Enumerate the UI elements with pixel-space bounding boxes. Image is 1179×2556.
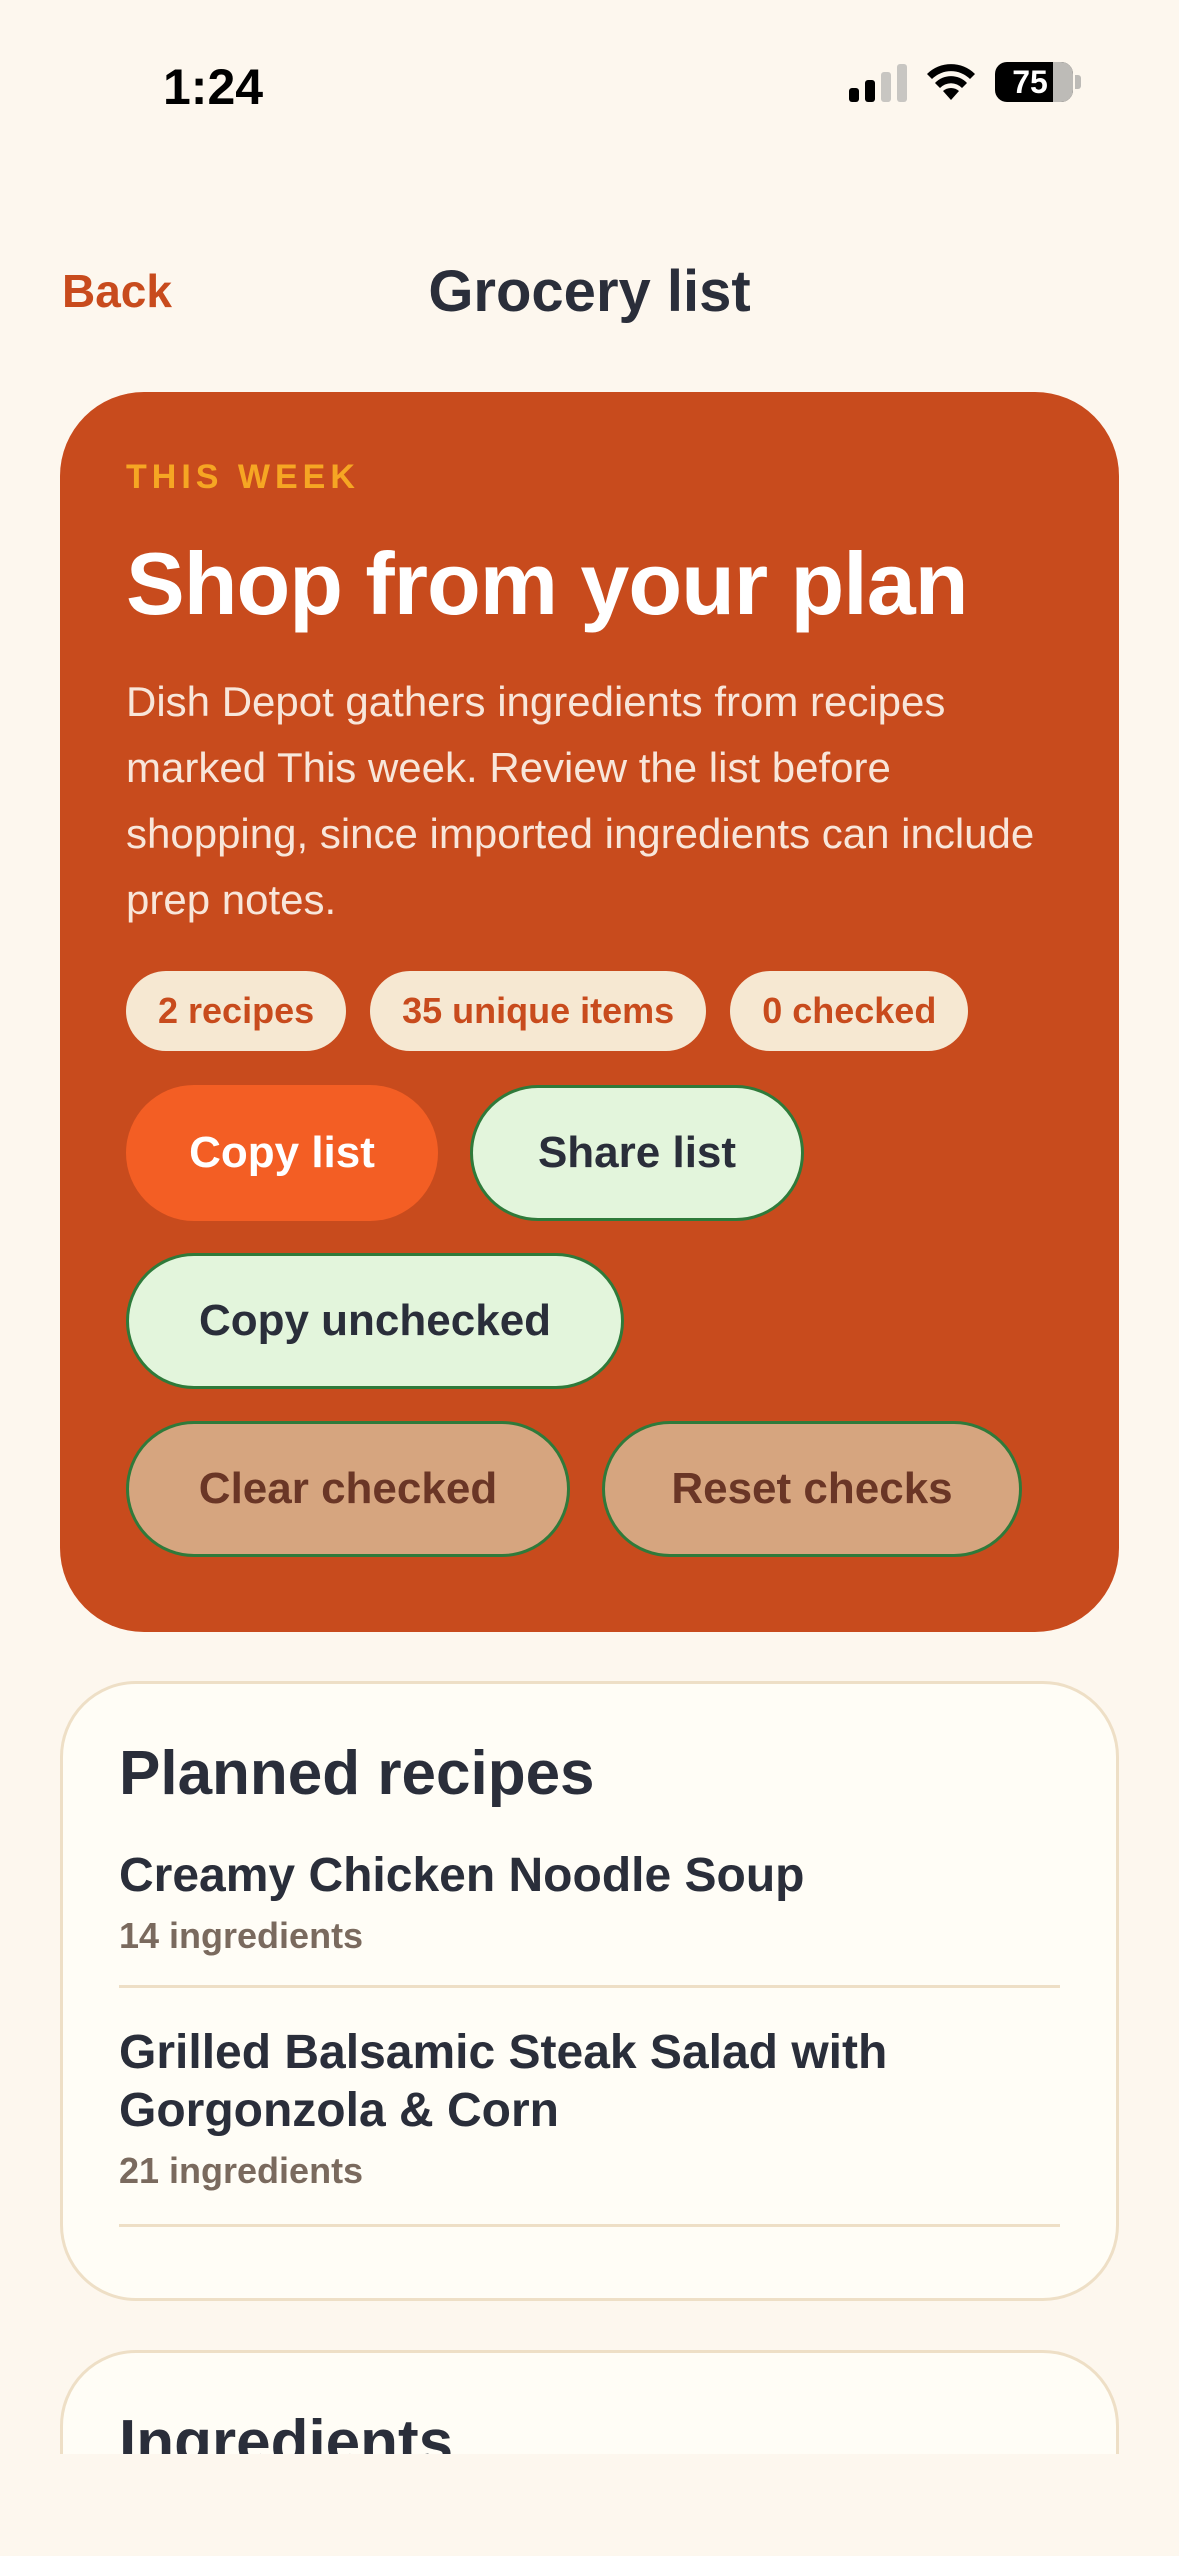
recipe-ingredient-count: 14 ingredients — [119, 1915, 364, 1956]
status-icons: 75 — [849, 62, 1081, 102]
share-list-button[interactable]: Share list — [470, 1085, 804, 1221]
summary-chips: 2 recipes 35 unique items 0 checked — [126, 971, 1053, 1051]
checked-count-chip: 0 checked — [730, 971, 969, 1051]
battery-percent: 75 — [1012, 63, 1048, 100]
action-row-1: Copy list Share list — [126, 1085, 1053, 1221]
recipe-item[interactable]: Creamy Chicken Noodle Soup 14 ingredient… — [119, 1847, 1060, 1988]
wifi-icon — [927, 64, 975, 100]
recipes-count-chip: 2 recipes — [126, 971, 347, 1051]
status-time: 1:24 — [163, 59, 264, 115]
reset-checks-button[interactable]: Reset checks — [602, 1421, 1022, 1557]
copy-unchecked-button[interactable]: Copy unchecked — [126, 1253, 624, 1389]
action-row-2: Copy unchecked — [126, 1253, 1053, 1389]
shop-plan-card: THIS WEEK Shop from your plan Dish Depot… — [60, 392, 1119, 1632]
hero-description: Dish Depot gathers ingredients from reci… — [126, 678, 1035, 923]
signal-icon — [849, 62, 907, 102]
navigation-bar: Back Grocery list — [0, 250, 1179, 330]
battery-icon: 75 — [995, 62, 1073, 102]
page-title: Grocery list — [428, 259, 751, 324]
copy-list-button[interactable]: Copy list — [126, 1085, 438, 1221]
clear-checked-button[interactable]: Clear checked — [126, 1421, 570, 1557]
recipe-ingredient-count: 21 ingredients — [119, 2150, 364, 2191]
eyebrow-label: THIS WEEK — [126, 458, 360, 496]
battery-tip — [1075, 75, 1081, 89]
recipe-name: Grilled Balsamic Steak Salad with Gorgon… — [119, 2026, 888, 2137]
hero-title: Shop from your plan — [126, 534, 968, 633]
planned-recipes-title: Planned recipes — [119, 1739, 595, 1808]
recipe-item[interactable]: Grilled Balsamic Steak Salad with Gorgon… — [119, 2024, 1060, 2227]
recipe-name: Creamy Chicken Noodle Soup — [119, 1849, 805, 1902]
unique-items-chip: 35 unique items — [370, 971, 707, 1051]
planned-recipes-card: Planned recipes Creamy Chicken Noodle So… — [60, 1681, 1119, 2301]
status-bar: 1:24 75 — [0, 0, 1179, 175]
action-row-3: Clear checked Reset checks — [126, 1421, 1053, 1557]
bottom-safe-area — [0, 2454, 1179, 2556]
